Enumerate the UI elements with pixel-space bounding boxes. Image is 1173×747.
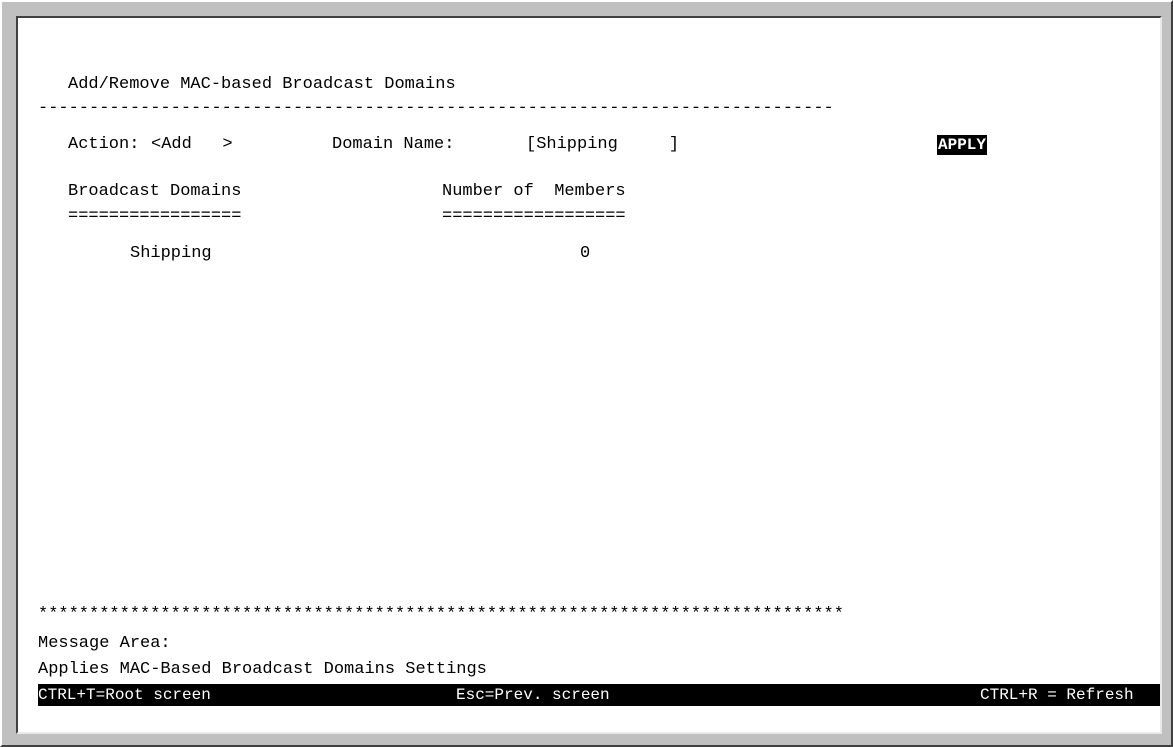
table-row-members: 0 [580, 244, 591, 263]
console-window-frame: Add/Remove MAC-based Broadcast Domains -… [0, 0, 1173, 747]
status-bar: CTRL+T=Root screen Esc=Prev. screen CTRL… [38, 684, 1160, 706]
terminal-screen: Add/Remove MAC-based Broadcast Domains -… [16, 16, 1162, 734]
apply-button[interactable]: APPLY [937, 135, 988, 155]
table-row-domain[interactable]: Shipping [130, 244, 212, 264]
column-underline-members: ================== [442, 207, 626, 226]
action-selector[interactable]: <Add > [151, 135, 233, 155]
action-label: Action: [68, 135, 140, 154]
column-header-broadcast-domains: Broadcast Domains [68, 182, 242, 201]
domain-name-field[interactable]: [Shipping ] [526, 135, 679, 155]
refresh-shortcut[interactable]: CTRL+R = Refresh [980, 684, 1134, 706]
column-underline-domains: ================= [68, 207, 242, 226]
domain-name-label: Domain Name: [332, 135, 455, 154]
title-separator: ----------------------------------------… [38, 99, 834, 118]
root-screen-shortcut[interactable]: CTRL+T=Root screen [38, 684, 211, 706]
message-text: Applies MAC-Based Broadcast Domains Sett… [38, 660, 487, 679]
message-separator: ****************************************… [38, 605, 844, 624]
page-title: Add/Remove MAC-based Broadcast Domains [68, 75, 456, 94]
column-header-number-of-members: Number of Members [442, 182, 626, 201]
message-area-label: Message Area: [38, 634, 171, 653]
prev-screen-shortcut[interactable]: Esc=Prev. screen [456, 684, 610, 706]
